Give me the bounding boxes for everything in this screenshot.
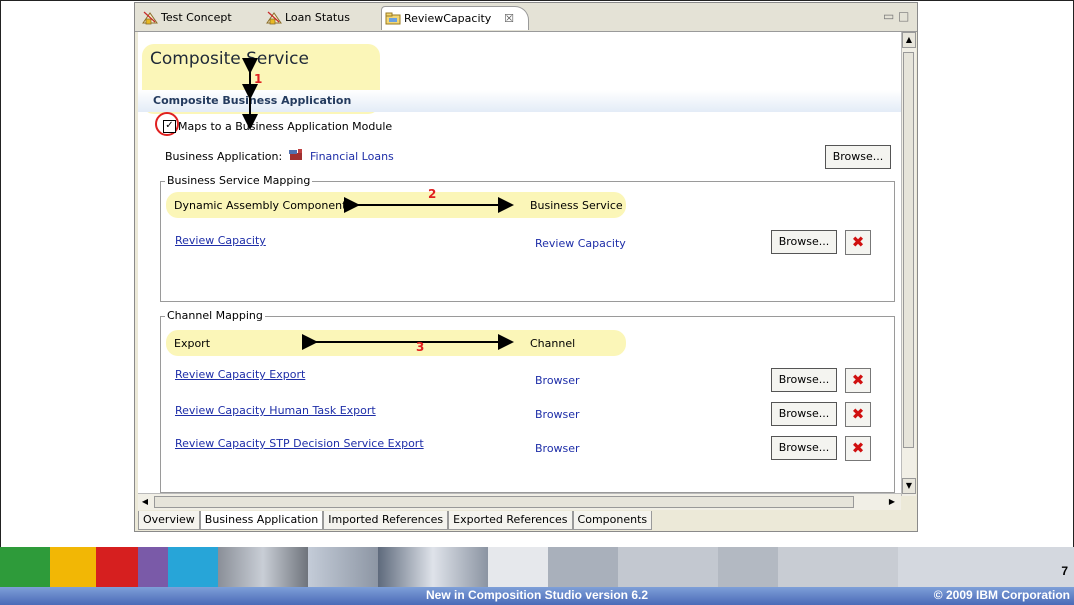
- footer-color-block: [168, 547, 218, 587]
- footer-photo-block: [308, 547, 378, 587]
- scroll-right-icon[interactable]: ▶: [885, 494, 899, 510]
- vertical-scrollbar[interactable]: ▲ ▼: [901, 32, 916, 496]
- footer-title: New in Composition Studio version 6.2: [425, 588, 649, 602]
- tab-test-concept[interactable]: Test Concept: [139, 6, 255, 30]
- annotation-number: 2: [428, 187, 437, 201]
- horizontal-scrollbar[interactable]: ◀ ▶: [138, 493, 901, 510]
- folder-icon: [385, 12, 401, 25]
- scroll-thumb[interactable]: [903, 52, 914, 448]
- footer-color-block: [0, 547, 50, 587]
- scroll-left-icon[interactable]: ◀: [138, 494, 152, 510]
- footer-color-block: [96, 547, 138, 587]
- tab-imported-references[interactable]: Imported References: [323, 511, 449, 530]
- tab-label: Loan Status: [285, 11, 350, 24]
- maximize-icon[interactable]: □: [898, 9, 909, 23]
- annotation-arrows: [242, 58, 514, 350]
- annotation-number: 1: [254, 72, 263, 86]
- close-icon[interactable]: ☒: [504, 7, 514, 31]
- footer-photo-block: [778, 547, 898, 587]
- scroll-up-icon[interactable]: ▲: [902, 32, 916, 48]
- scroll-down-icon[interactable]: ▼: [902, 478, 916, 494]
- footer-photo-block: [718, 547, 778, 587]
- footer-color-block: [138, 547, 168, 587]
- editor-content: Composite Service Composite Business App…: [138, 32, 901, 493]
- editor-window: Test Concept Loan Status ReviewCapacity …: [134, 2, 918, 532]
- tab-label: Test Concept: [161, 11, 232, 24]
- footer-bar: New in Composition Studio version 6.2 © …: [0, 587, 1074, 605]
- tab-review-capacity[interactable]: ReviewCapacity ☒: [381, 6, 529, 30]
- editor-page-tabs: Overview Business Application Imported R…: [138, 511, 653, 530]
- tab-loan-status[interactable]: Loan Status: [263, 6, 375, 30]
- footer-photo-block: [488, 547, 548, 587]
- footer-color-block: [50, 547, 96, 587]
- tab-components[interactable]: Components: [572, 511, 653, 530]
- page-number: 7: [1061, 564, 1068, 578]
- editor-tab-bar: Test Concept Loan Status ReviewCapacity …: [135, 3, 917, 32]
- tab-business-application[interactable]: Business Application: [199, 511, 324, 530]
- footer-photo-block: [378, 547, 488, 587]
- minimize-icon[interactable]: ▭: [883, 9, 894, 23]
- annotation-number: 3: [416, 340, 425, 354]
- scroll-thumb[interactable]: [154, 496, 854, 508]
- tab-exported-references[interactable]: Exported References: [448, 511, 573, 530]
- concept-icon: [266, 11, 282, 25]
- tab-label: ReviewCapacity: [404, 12, 492, 25]
- footer-photo-block: [548, 547, 618, 587]
- footer-photo-block: [218, 547, 308, 587]
- footer-photo-block: [618, 547, 718, 587]
- tab-overview[interactable]: Overview: [138, 511, 200, 530]
- copyright: © 2009 IBM Corporation: [933, 588, 1070, 602]
- concept-icon: [142, 11, 158, 25]
